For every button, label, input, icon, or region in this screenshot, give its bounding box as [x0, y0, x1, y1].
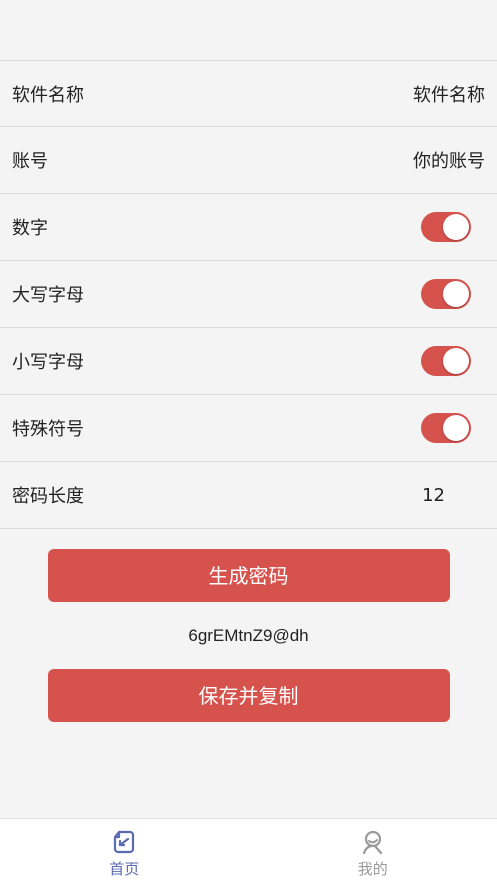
save-copy-button[interactable]: 保存并复制	[47, 669, 450, 722]
user-icon	[362, 830, 382, 854]
length-label: 密码长度	[12, 486, 84, 507]
uppercase-label: 大写字母	[12, 285, 84, 306]
home-doc-icon	[114, 830, 135, 853]
uppercase-row: 大写字母	[0, 261, 497, 328]
tab-mine-label: 我的	[357, 859, 388, 878]
lowercase-toggle[interactable]	[421, 346, 471, 376]
top-spacer	[0, 0, 497, 60]
lowercase-row: 小写字母	[0, 328, 497, 395]
tab-mine[interactable]: 我的	[249, 819, 497, 883]
tab-home-label: 首页	[109, 859, 140, 878]
lowercase-label: 小写字母	[12, 352, 84, 373]
symbols-row: 特殊符号	[0, 395, 497, 462]
symbols-toggle[interactable]	[421, 413, 471, 443]
toggle-knob	[443, 214, 469, 240]
account-input[interactable]: 你的账号	[413, 147, 485, 173]
uppercase-toggle[interactable]	[421, 279, 471, 309]
account-label: 账号	[12, 151, 48, 172]
digits-label: 数字	[12, 218, 48, 239]
digits-row: 数字	[0, 194, 497, 261]
software-name-label: 软件名称	[12, 84, 84, 106]
generated-password: 6grEMtnZ9@dh	[188, 626, 309, 645]
software-name-row[interactable]: 软件名称 软件名称	[0, 60, 497, 127]
digits-toggle[interactable]	[421, 212, 471, 242]
generate-password-button[interactable]: 生成密码	[47, 549, 450, 602]
length-value[interactable]: 12	[422, 485, 445, 506]
software-name-input[interactable]: 软件名称	[413, 81, 485, 107]
bottom-tabbar: 首页 我的	[0, 818, 497, 883]
length-row[interactable]: 密码长度 12	[0, 462, 497, 529]
toggle-knob	[443, 415, 469, 441]
toggle-knob	[443, 348, 469, 374]
toggle-knob	[443, 281, 469, 307]
tab-home[interactable]: 首页	[0, 819, 249, 883]
account-row[interactable]: 账号 你的账号	[0, 127, 497, 194]
symbols-label: 特殊符号	[12, 419, 84, 440]
